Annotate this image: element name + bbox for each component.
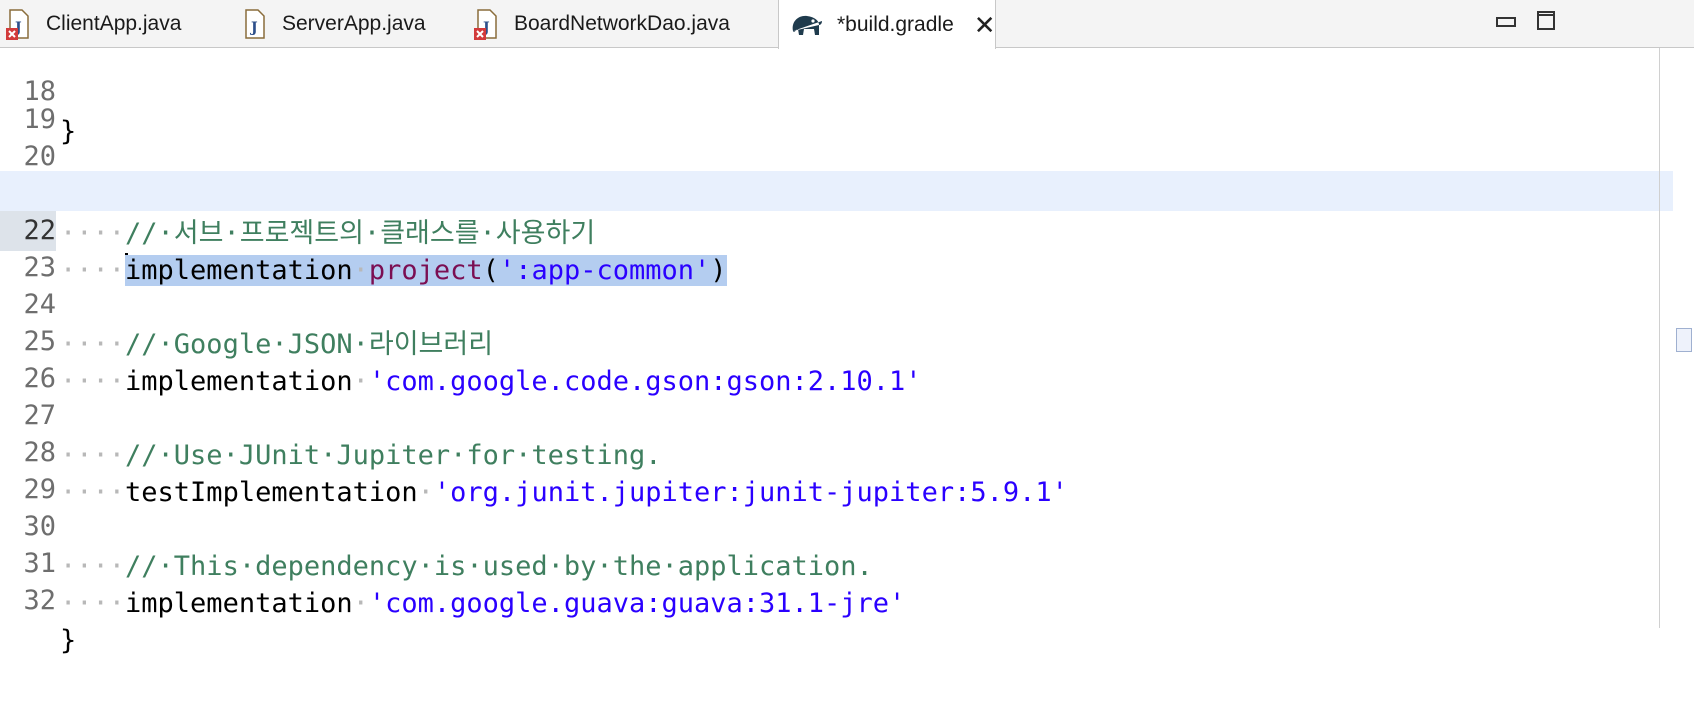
code-line: 20 dependencies·{ (0, 97, 1680, 212)
code-line: 28 ····testImplementation·'org.junit.jup… (0, 393, 1680, 508)
code-line: 31 ····implementation·'com.google.guava:… (0, 504, 1680, 619)
code-line: 19 (0, 60, 1680, 135)
code-line: 27 ····//·Use·JUnit·Jupiter·for·testing. (0, 356, 1680, 471)
line-number: 32 (23, 585, 56, 616)
code-line: 32 } (0, 541, 1680, 656)
code-line: 30 ····//·This·dependency·is·used·by·the… (0, 467, 1680, 582)
code-text: } (60, 625, 77, 656)
code-line: 23 (0, 208, 1680, 283)
overview-ruler-marker[interactable] (1676, 328, 1692, 352)
code-line: 21 ····//·서브·프로젝트의·클래스를·사용하기 (0, 134, 1680, 249)
dependency-guava: 'com.google.guava:guava:31.1-jre' (368, 588, 906, 619)
current-line: 22 ····implementation·project(':app-comm… (0, 171, 1673, 286)
code-line: 29 (0, 430, 1680, 505)
code-line: 26 (0, 319, 1680, 394)
code-line: 25 ····implementation·'com.google.code.g… (0, 282, 1680, 397)
code-line: 24 ····//·Google·JSON·라이브러리 (0, 245, 1680, 360)
overview-ruler-divider (1659, 48, 1660, 628)
code-editor[interactable]: 18 } 19 20 dependencies·{ 21 ····//·서브·프… (0, 48, 1673, 656)
